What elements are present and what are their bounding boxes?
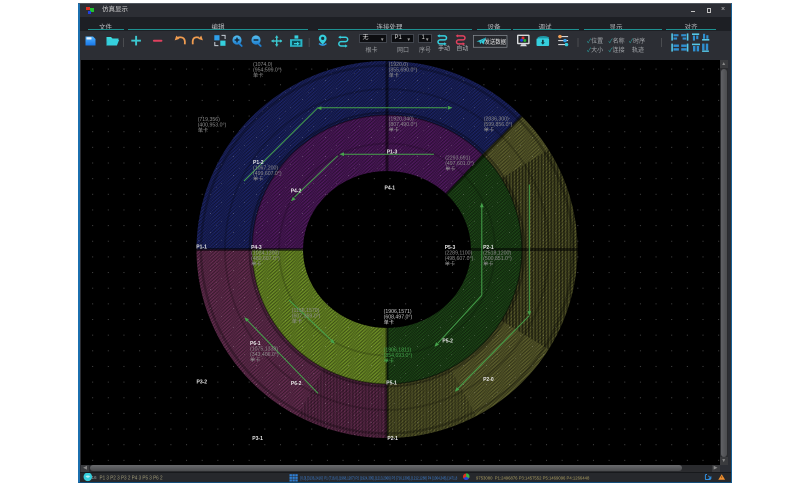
svg-text:P4-2: P4-2 — [291, 188, 302, 194]
svg-text:单卡: 单卡 — [389, 71, 399, 79]
svg-text:单卡: 单卡 — [250, 356, 260, 364]
svg-text:P1-1: P1-1 — [196, 244, 207, 250]
svg-text:单卡: 单卡 — [384, 318, 394, 326]
svg-text:单卡: 单卡 — [384, 357, 394, 365]
svg-text:[0,0],[3136,2416] P1 (716,0),: [0,0],[3136,2416] P1 (716,0),(1968,1207)… — [301, 476, 458, 481]
svg-text:P6-2: P6-2 — [291, 381, 302, 387]
svg-text:自动: 自动 — [456, 44, 468, 52]
svg-text:手动: 手动 — [438, 44, 450, 52]
svg-text:P2-0: P2-0 — [483, 377, 494, 383]
svg-text:P2-1: P2-1 — [387, 436, 398, 442]
svg-text:单卡: 单卡 — [253, 71, 263, 79]
svg-text:9753080 P1:2496876 P3:1457552: 9753080 P1:2496876 P3:1457552 P5:1469096… — [476, 475, 590, 480]
svg-text:单卡: 单卡 — [484, 125, 494, 133]
svg-text:单卡: 单卡 — [389, 125, 399, 133]
svg-text:P1 3 P2 3 P3 2 P4 3 P5 3 P6 2: P1 3 P2 3 P3 2 P4 3 P5 3 P6 2 — [100, 475, 163, 481]
svg-text:单卡: 单卡 — [445, 259, 455, 267]
svg-text:单卡: 单卡 — [251, 259, 261, 267]
svg-text:P3-1: P3-1 — [252, 436, 263, 442]
svg-text:P5-2: P5-2 — [442, 339, 453, 345]
svg-text:单卡: 单卡 — [292, 317, 302, 325]
svg-text:单卡: 单卡 — [198, 126, 208, 134]
svg-text:P4-1: P4-1 — [385, 186, 396, 192]
svg-text:单卡: 单卡 — [483, 259, 493, 267]
svg-text:P5-1: P5-1 — [386, 381, 397, 387]
svg-text:单卡: 单卡 — [445, 165, 455, 173]
svg-text:16: 16 — [92, 475, 98, 480]
svg-text:P1-3: P1-3 — [387, 150, 398, 156]
svg-text:发送数据: 发送数据 — [485, 37, 507, 45]
svg-text:P3-2: P3-2 — [197, 380, 208, 386]
svg-text:单卡: 单卡 — [253, 175, 263, 183]
